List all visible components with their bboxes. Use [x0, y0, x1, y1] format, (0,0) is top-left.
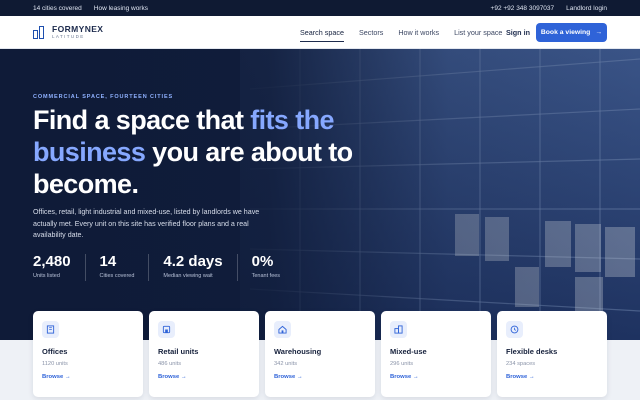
arrow-right-icon: → [528, 374, 535, 380]
stat-median-viewing-wait: 4.2 days Median viewing wait [163, 254, 238, 281]
office-building-icon [42, 321, 59, 338]
phone-number-link[interactable]: +92 +92 348 3097037 [491, 5, 555, 12]
hero-eyebrow: COMMERCIAL SPACE, FOURTEEN CITIES [33, 94, 174, 100]
stat-units-listed: 2,480 Units listed [33, 254, 86, 281]
hero-headline: Find a space that fits the business you a… [33, 105, 353, 199]
brand-tagline: LATITUDE [52, 34, 85, 39]
category-cards: Offices 1120 units Browse → Retail units… [33, 311, 607, 397]
brand-name: FORMYNEX [52, 23, 104, 34]
main-nav: Search space Sectors How it works List y… [300, 16, 502, 49]
nav-list-your-space[interactable]: List your space [454, 16, 502, 49]
arrow-right-icon: → [412, 374, 419, 380]
site-header: FORMYNEX LATITUDE Search space Sectors H… [0, 16, 640, 49]
browse-warehousing-link[interactable]: Browse → [274, 374, 303, 380]
stat-cities-covered: 14 Cities covered [100, 254, 150, 281]
category-card-flexible-desks[interactable]: Flexible desks 234 spaces Browse → [497, 311, 607, 397]
nav-sectors[interactable]: Sectors [359, 16, 383, 49]
hero-stats: 2,480 Units listed 14 Cities covered 4.2… [33, 254, 308, 281]
clock-icon [506, 321, 523, 338]
browse-mixed-use-link[interactable]: Browse → [390, 374, 419, 380]
arrow-right-icon: → [180, 374, 187, 380]
browse-offices-link[interactable]: Browse → [42, 374, 71, 380]
arrow-right-icon: → [595, 29, 603, 36]
warehouse-icon [274, 321, 291, 338]
how-leasing-works-link[interactable]: How leasing works [94, 5, 148, 12]
browse-retail-link[interactable]: Browse → [158, 374, 187, 380]
stat-tenant-fees: 0% Tenant fees [251, 253, 281, 280]
category-card-warehousing[interactable]: Warehousing 342 units Browse → [265, 311, 375, 397]
arrow-right-icon: → [64, 374, 71, 380]
brand-logo[interactable]: FORMYNEX LATITUDE [33, 23, 104, 40]
cities-covered-link[interactable]: 14 cities covered [33, 5, 82, 12]
logo-mark-icon [33, 25, 46, 39]
hero-description: Offices, retail, light industrial and mi… [33, 208, 260, 239]
storefront-icon [158, 321, 175, 338]
top-utility-bar: 14 cities covered How leasing works +92 … [0, 0, 640, 16]
category-card-retail[interactable]: Retail units 486 units Browse → [149, 311, 259, 397]
category-card-offices[interactable]: Offices 1120 units Browse → [33, 311, 143, 397]
arrow-right-icon: → [296, 374, 303, 380]
book-viewing-button[interactable]: Book a viewing → [536, 23, 607, 42]
hero-section: COMMERCIAL SPACE, FOURTEEN CITIES Find a… [0, 49, 640, 340]
category-card-mixed-use[interactable]: Mixed-use 296 units Browse → [381, 311, 491, 397]
nav-how-it-works[interactable]: How it works [398, 16, 439, 49]
landlord-login-link[interactable]: Landlord login [566, 5, 607, 12]
browse-flexible-desks-link[interactable]: Browse → [506, 374, 535, 380]
book-viewing-label: Book a viewing [540, 29, 591, 36]
sign-in-link[interactable]: Sign in [506, 16, 530, 49]
mixed-use-icon [390, 321, 407, 338]
nav-search-space[interactable]: Search space [300, 16, 344, 49]
